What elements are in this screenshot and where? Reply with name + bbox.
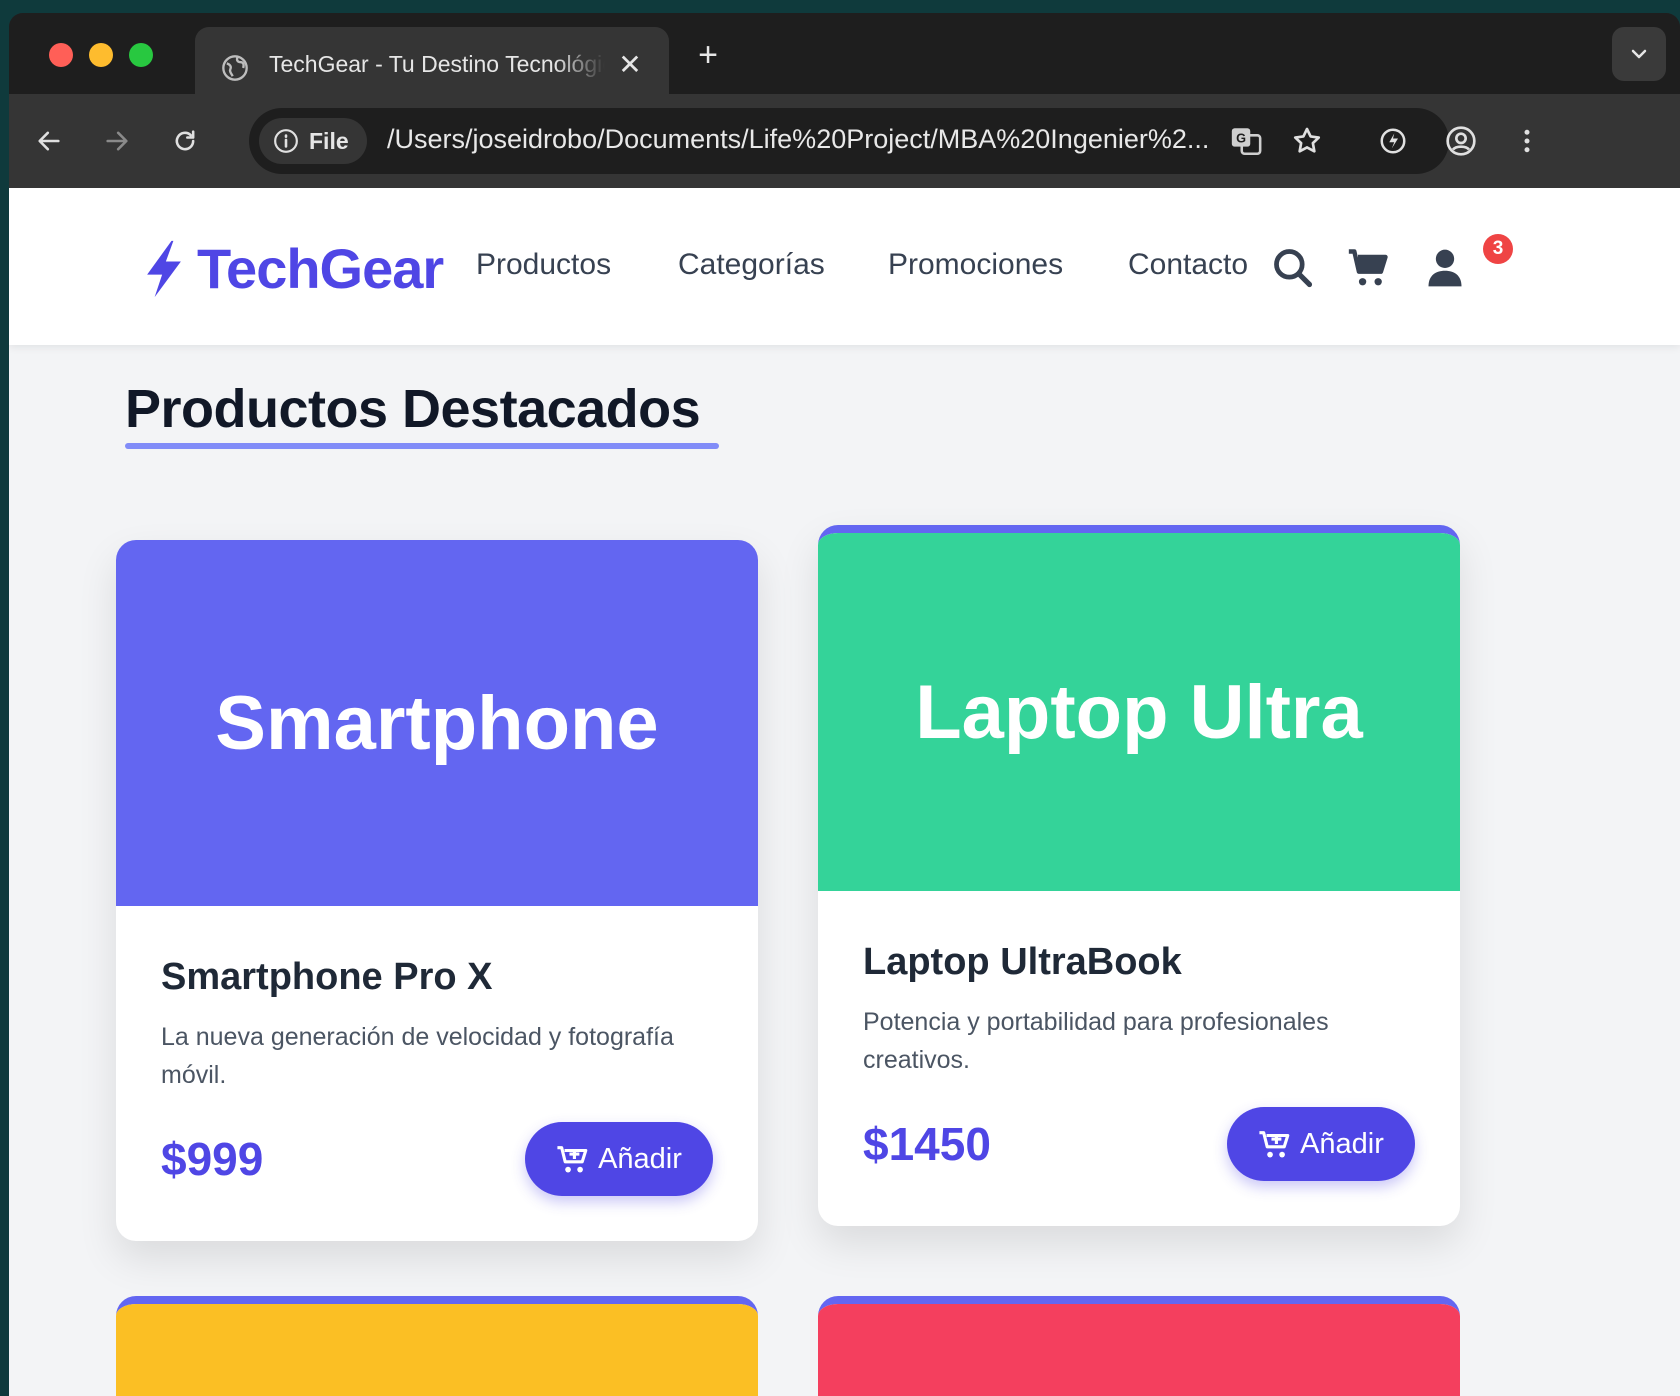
- product-description: La nueva generación de velocidad y fotog…: [161, 1023, 674, 1089]
- add-to-cart-button[interactable]: Añadir: [525, 1122, 713, 1196]
- reload-button[interactable]: [165, 121, 205, 161]
- bolt-icon: [147, 240, 181, 297]
- product-description: Potencia y portabilidad para profesional…: [863, 1008, 1329, 1074]
- product-card: Smartphone Smartphone Pro X La nueva gen…: [116, 540, 758, 1241]
- web-page: TechGear Productos Categorías Promocione…: [9, 188, 1680, 1396]
- brand-name: TechGear: [197, 237, 444, 300]
- add-button-label: Añadir: [1300, 1127, 1384, 1160]
- profile-button[interactable]: [1441, 121, 1481, 161]
- chevron-down-icon: [1631, 49, 1647, 59]
- forward-button[interactable]: [97, 121, 137, 161]
- profile-icon: [1446, 126, 1476, 156]
- product-price: $1450: [863, 1118, 991, 1170]
- product-image[interactable]: Smartphone: [116, 540, 758, 906]
- nav-contacto[interactable]: Contacto: [1128, 248, 1248, 282]
- nav-promociones[interactable]: Promociones: [888, 248, 1063, 282]
- extension-icon: [1380, 128, 1406, 154]
- minimize-window-button[interactable]: [89, 43, 113, 67]
- nav-productos[interactable]: Productos: [476, 248, 611, 282]
- product-card-partial: [116, 1296, 758, 1396]
- maximize-window-button[interactable]: [129, 43, 153, 67]
- cart-plus-icon: [557, 1146, 588, 1173]
- arrow-right-icon: [106, 131, 128, 151]
- site-header: TechGear Productos Categorías Promocione…: [9, 188, 1680, 345]
- extension-button[interactable]: [1373, 121, 1413, 161]
- browser-toolbar: File /Users/joseidrobo/Documents/Life%20…: [9, 94, 1680, 188]
- more-vertical-icon: [1524, 129, 1530, 153]
- product-card: Laptop Ultra Laptop UltraBook Potencia y…: [818, 525, 1460, 1226]
- browser-tab[interactable]: TechGear - Tu Destino Tecnológico ✕: [195, 27, 669, 94]
- product-price: $999: [161, 1133, 264, 1185]
- nav-categorias[interactable]: Categorías: [678, 248, 825, 282]
- search-icon[interactable]: [1271, 246, 1315, 290]
- browser-menu-button[interactable]: [1507, 121, 1547, 161]
- product-image-partial: [116, 1304, 758, 1396]
- cart-icon[interactable]: [1347, 246, 1391, 290]
- reload-icon: [175, 130, 195, 151]
- url-text[interactable]: /Users/joseidrobo/Documents/Life%20Proje…: [387, 124, 1297, 155]
- address-bar[interactable]: File /Users/joseidrobo/Documents/Life%20…: [249, 108, 1449, 174]
- new-tab-button[interactable]: +: [693, 38, 723, 72]
- product-image[interactable]: Laptop Ultra: [818, 533, 1460, 891]
- title-underline: [125, 443, 719, 449]
- back-button[interactable]: [29, 121, 69, 161]
- star-icon[interactable]: [1291, 125, 1323, 157]
- site-logo[interactable]: TechGear: [141, 236, 444, 301]
- product-image-label: Laptop Ultra: [915, 669, 1363, 755]
- svg-text:G: G: [1236, 130, 1246, 145]
- cart-count-badge: 3: [1483, 234, 1513, 264]
- cart-plus-icon: [1259, 1131, 1290, 1158]
- product-card-partial: [818, 1296, 1460, 1396]
- product-name: Smartphone Pro X: [161, 956, 493, 998]
- tab-title: TechGear - Tu Destino Tecnológico: [269, 51, 605, 77]
- site-info-chip[interactable]: File: [259, 118, 367, 164]
- tab-strip: TechGear - Tu Destino Tecnológico ✕ +: [9, 13, 1680, 94]
- add-to-cart-button[interactable]: Añadir: [1227, 1107, 1415, 1181]
- info-icon: [274, 129, 298, 153]
- translate-icon[interactable]: G: [1229, 124, 1263, 158]
- tab-search-button[interactable]: [1612, 27, 1666, 81]
- section-title: Productos Destacados: [125, 379, 701, 439]
- tab-close-icon[interactable]: ✕: [617, 51, 643, 79]
- user-icon[interactable]: [1423, 246, 1467, 290]
- product-image-partial: [818, 1304, 1460, 1396]
- add-button-label: Añadir: [598, 1142, 682, 1175]
- product-name: Laptop UltraBook: [863, 941, 1182, 983]
- globe-icon: [222, 55, 248, 81]
- close-window-button[interactable]: [49, 43, 73, 67]
- product-image-label: Smartphone: [215, 680, 659, 766]
- browser-window: TechGear - Tu Destino Tecnológico ✕ + Fi…: [9, 13, 1680, 1396]
- arrow-left-icon: [38, 131, 60, 151]
- site-info-label: File: [309, 128, 349, 154]
